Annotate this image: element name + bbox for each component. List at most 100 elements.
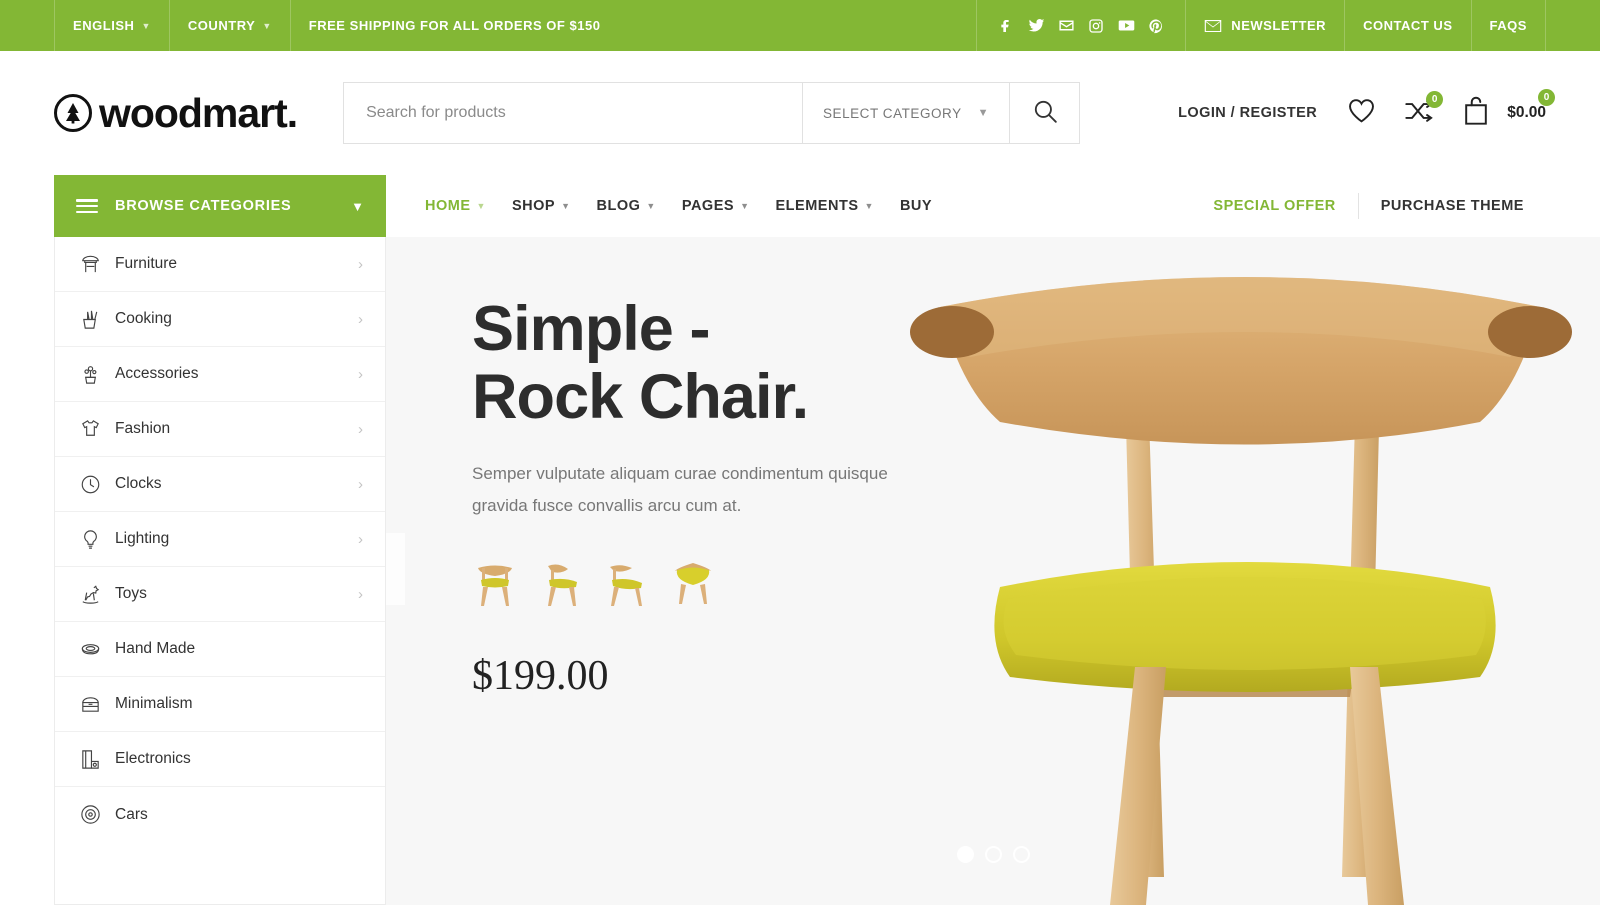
- sidebar-label: Cars: [115, 805, 148, 823]
- appliance-icon: [77, 748, 103, 771]
- nav-label: HOME: [425, 198, 471, 214]
- rocking-horse-icon: [77, 583, 103, 606]
- category-select-label: SELECT CATEGORY: [822, 105, 962, 121]
- potted-plant-icon: [77, 363, 103, 386]
- sidebar-item-electronics[interactable]: Electronics: [55, 732, 385, 787]
- chevron-right-icon: ›: [358, 475, 363, 493]
- site-logo[interactable]: woodmart.: [54, 92, 298, 134]
- language-selector[interactable]: ENGLISH ▼: [54, 0, 169, 51]
- slider-dot-2[interactable]: [984, 846, 1002, 863]
- chair-angle-thumb[interactable]: [538, 558, 584, 608]
- cart-count-badge: 0: [1538, 88, 1555, 106]
- nav-item-home[interactable]: HOME ▼: [412, 198, 499, 214]
- wishlist-button[interactable]: [1347, 97, 1376, 129]
- faqs-link[interactable]: FAQS: [1470, 0, 1546, 51]
- chevron-down-icon: ▼: [561, 201, 571, 211]
- sidebar-item-lighting[interactable]: Lighting ›: [55, 512, 385, 567]
- pine-tree-logo-icon: [54, 94, 92, 132]
- login-register-link[interactable]: LOGIN / REGISTER: [1178, 105, 1317, 121]
- chevron-down-icon: ▼: [351, 198, 364, 214]
- sidebar-item-clocks[interactable]: Clocks ›: [55, 457, 385, 512]
- search-submit-button[interactable]: [1009, 83, 1080, 143]
- social-links: [976, 0, 1185, 51]
- email-icon[interactable]: [1051, 11, 1081, 41]
- hero-title-line1: Simple -: [472, 294, 710, 364]
- shopping-bag-icon: [1462, 96, 1490, 131]
- youtube-icon[interactable]: [1111, 11, 1141, 41]
- chair-top-thumb[interactable]: [670, 558, 716, 608]
- sidebar-label: Fashion: [115, 420, 171, 437]
- nav-secondary: SPECIAL OFFER PURCHASE THEME: [1191, 193, 1600, 219]
- sidebar-item-cars[interactable]: Cars: [55, 787, 385, 842]
- hero-product-image: [880, 237, 1600, 905]
- chevron-down-icon: ▼: [977, 107, 990, 119]
- knife-block-icon: [77, 308, 103, 331]
- chevron-down-icon: ▼: [864, 201, 874, 211]
- chevron-right-icon: ›: [358, 530, 363, 548]
- chevron-right-icon: ›: [358, 310, 363, 328]
- pinterest-icon[interactable]: [1141, 11, 1171, 41]
- country-label: COUNTRY: [187, 18, 256, 33]
- cabinet-icon: [77, 693, 103, 716]
- chevron-down-icon: ▼: [141, 20, 151, 31]
- sidebar-item-cooking[interactable]: Cooking ›: [55, 292, 385, 347]
- slider-dot-1[interactable]: [956, 846, 974, 863]
- special-offer-label: SPECIAL OFFER: [1213, 198, 1336, 214]
- sidebar-label: Accessories: [115, 365, 199, 382]
- nav-item-pages[interactable]: PAGES ▼: [669, 198, 763, 214]
- browse-categories-button[interactable]: BROWSE CATEGORIES ▼: [54, 175, 386, 237]
- instagram-icon[interactable]: [1081, 11, 1111, 41]
- hero-title: Simple - Rock Chair.: [472, 295, 902, 431]
- navigation-row: BROWSE CATEGORIES ▼ HOME ▼ SHOP ▼ BLOG ▼…: [0, 175, 1600, 237]
- chevron-right-icon: ›: [358, 420, 363, 438]
- facebook-icon[interactable]: [991, 11, 1021, 41]
- hero-text-block: Simple - Rock Chair. Semper vulputate al…: [472, 295, 902, 700]
- chevron-right-icon: ›: [358, 255, 363, 273]
- sidebar-item-furniture[interactable]: Furniture ›: [55, 237, 385, 292]
- chevron-down-icon: ▼: [740, 201, 750, 211]
- compare-button[interactable]: 0: [1404, 90, 1444, 129]
- hero-slider: Simple - Rock Chair. Semper vulputate al…: [386, 237, 1600, 905]
- nav-item-buy[interactable]: BUY: [887, 198, 945, 214]
- topbar-left: ENGLISH ▼ COUNTRY ▼ FREE SHIPPING FOR AL…: [54, 0, 619, 51]
- cart-total-amount: $0.00: [1507, 104, 1546, 121]
- contact-label: CONTACT US: [1363, 18, 1453, 33]
- nav-item-shop[interactable]: SHOP ▼: [499, 198, 584, 214]
- newsletter-label: NEWSLETTER: [1231, 18, 1327, 33]
- chair-side-thumb[interactable]: [604, 558, 650, 608]
- chair-front-thumb[interactable]: [472, 558, 518, 608]
- slider-prev-arrow[interactable]: [386, 533, 405, 605]
- nav-item-elements[interactable]: ELEMENTS ▼: [763, 198, 887, 214]
- sidebar-label: Lighting: [115, 530, 170, 547]
- sidebar-item-hand-made[interactable]: Hand Made: [55, 622, 385, 677]
- nav-item-blog[interactable]: BLOG ▼: [584, 198, 669, 214]
- browse-categories-label: BROWSE CATEGORIES: [115, 198, 292, 214]
- purchase-theme-link[interactable]: PURCHASE THEME: [1359, 198, 1546, 214]
- cart-button[interactable]: 0 $0.00: [1462, 88, 1555, 131]
- nav-label: BLOG: [596, 198, 641, 214]
- category-select[interactable]: SELECT CATEGORY ▼: [801, 83, 1009, 143]
- nav-label: BUY: [899, 198, 933, 214]
- main-menu: HOME ▼ SHOP ▼ BLOG ▼ PAGES ▼ ELEMENTS ▼ …: [386, 175, 1600, 237]
- slider-pagination: [386, 846, 1600, 863]
- search-input[interactable]: [344, 83, 802, 143]
- sidebar-item-accessories[interactable]: Accessories ›: [55, 347, 385, 402]
- sidebar-item-fashion[interactable]: Fashion ›: [55, 402, 385, 457]
- country-selector[interactable]: COUNTRY ▼: [168, 0, 290, 51]
- page-content: Furniture › Cooking › Accessories › Fash…: [0, 237, 1600, 905]
- search-bar: SELECT CATEGORY ▼: [343, 82, 1081, 144]
- sidebar-label: Cooking: [115, 310, 172, 327]
- newsletter-link[interactable]: NEWSLETTER: [1185, 0, 1344, 51]
- wheel-icon: [77, 803, 103, 826]
- lightbulb-icon: [77, 528, 103, 551]
- header-actions: LOGIN / REGISTER 0 0 $0.00: [1178, 88, 1555, 131]
- heart-icon: [1347, 97, 1376, 129]
- sidebar-item-toys[interactable]: Toys ›: [55, 567, 385, 622]
- hero-subtitle: Semper vulputate aliquam curae condiment…: [472, 464, 888, 516]
- sidebar-item-minimalism[interactable]: Minimalism: [55, 677, 385, 732]
- contact-us-link[interactable]: CONTACT US: [1344, 0, 1470, 51]
- special-offer-link[interactable]: SPECIAL OFFER: [1191, 198, 1357, 214]
- twitter-icon[interactable]: [1021, 11, 1051, 41]
- slider-dot-3[interactable]: [1012, 846, 1030, 863]
- hero-title-line2: Rock Chair.: [472, 362, 809, 433]
